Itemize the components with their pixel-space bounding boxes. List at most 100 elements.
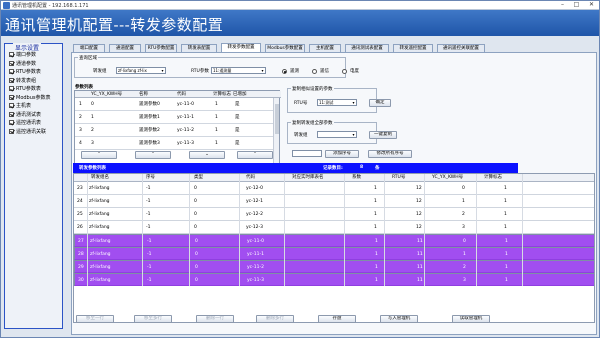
grid-divider (522, 174, 523, 286)
tab[interactable]: 通讯遥控关联配置 (437, 44, 485, 52)
modify-all-seq-button[interactable]: 修改所有序号 (368, 150, 412, 158)
radio-yx-label: 遥信 (320, 69, 329, 74)
radio-yc[interactable] (282, 69, 287, 74)
scroll-thumb[interactable] (275, 104, 279, 134)
checkbox[interactable] (9, 103, 14, 108)
rtu-param-select[interactable]: 11:遥测量 ▾ (211, 67, 266, 74)
bottom-action-button[interactable]: 存盘 (318, 315, 356, 323)
forward-cell-rtu: 12 (416, 225, 422, 230)
forward-cell-code: yc-11-0 (247, 239, 264, 244)
copy-rtu-value: 11:测试 (319, 100, 334, 105)
window-title: 通讯管理机配置 - 192.168.1.171 (12, 3, 89, 9)
radio-yx[interactable] (312, 69, 317, 74)
forward-param-table: 转发组名 序号 类型 代码 对应实时库表名 系数 RTU号 YC_YX_KWH号… (73, 173, 595, 323)
title-bar: 通讯管理机配置 - 192.168.1.171 – □ ✕ (1, 1, 599, 10)
move-down-button[interactable]: ⌄ (189, 151, 225, 159)
checkbox[interactable] (9, 94, 14, 100)
grid-divider (239, 174, 240, 286)
param-cell-no: 3 (79, 128, 82, 133)
param-row[interactable]: 4 3 遥测参数3 yc-11-3 1 是 (75, 137, 274, 150)
display-option[interactable]: 通讯测试表 (9, 111, 41, 118)
param-cell-name: 遥测参数1 (139, 115, 160, 120)
display-option[interactable]: 遥控通讯关联 (9, 128, 46, 135)
radio-kwh[interactable] (342, 69, 347, 74)
display-option[interactable]: Modbus参数表 (9, 94, 51, 101)
bottom-action-button[interactable]: 删除多行 (256, 315, 294, 323)
tab[interactable]: 端口配置 (73, 44, 105, 52)
forward-cell-flag: 1 (505, 278, 508, 283)
one-click-copy-button[interactable]: 一键复制 (369, 131, 397, 139)
tab[interactable]: 通道配置 (109, 44, 141, 52)
bottom-action-button[interactable]: 读取管理机 (452, 315, 490, 323)
forward-row[interactable]: 27 zf-lixfang -1 0 yc-11-0 1 11 0 1 (74, 234, 594, 247)
bottom-action-button[interactable]: 写入管理机 (380, 315, 418, 323)
display-option[interactable]: 遥控通讯表 (9, 119, 41, 126)
display-option[interactable]: 通道参数 (9, 60, 36, 67)
checkbox[interactable] (9, 128, 14, 134)
param-cell-code: yc-11-3 (177, 141, 194, 146)
forward-cell-n: 24 (77, 199, 83, 204)
display-option[interactable]: RTU参数表 (9, 68, 41, 75)
move-bottom-button[interactable]: ⌃ (237, 151, 273, 159)
minimize-icon[interactable]: – (556, 1, 569, 9)
param-col-name: 名称 (139, 92, 148, 97)
param-cell-no: 1 (79, 102, 82, 107)
forward-cell-flag: 1 (504, 199, 507, 204)
param-row[interactable]: 1 0 遥测参数0 yc-11-0 1 是 (75, 98, 274, 111)
forward-cell-seq: -1 (147, 265, 152, 270)
forward-group-select[interactable]: zf-lixfang zf-lix ▾ (116, 67, 166, 74)
checkbox[interactable] (9, 120, 14, 125)
display-option[interactable]: 转发表组 (9, 77, 36, 84)
param-cell-name: 遥测参数2 (139, 128, 160, 133)
main-window: 通讯管理机配置 - 192.168.1.171 – □ ✕ 通讯管理机配置---… (0, 0, 600, 338)
close-icon[interactable]: ✕ (585, 1, 598, 9)
grid-divider (142, 174, 143, 286)
checkbox[interactable] (9, 77, 14, 83)
confirm-button[interactable]: 确定 (369, 99, 391, 107)
copy-rtu-select[interactable]: 11:测试 ▾ (317, 99, 357, 106)
checkbox[interactable] (9, 60, 14, 66)
checkbox[interactable] (9, 52, 14, 57)
display-settings-panel: 显示设置 端口参数 通道参数 RTU参数表 转发表组 RTU参数表 Modbus参数表 主机… (4, 43, 63, 329)
double-up-icon: ⌃ (97, 152, 101, 157)
move-up-button[interactable]: ⌃ (135, 151, 171, 159)
forward-cell-group: zf-lixfang (89, 186, 110, 191)
display-option[interactable]: RTU参数表 (9, 85, 41, 92)
param-row[interactable]: 2 1 遥测参数1 yc-11-1 1 是 (75, 111, 274, 124)
tab[interactable]: 主机配置 (309, 44, 341, 52)
tab[interactable]: Modbus参数配置 (265, 44, 305, 52)
checkbox[interactable] (9, 111, 14, 117)
display-option[interactable]: 主机表 (9, 102, 31, 109)
param-cell-name: 遥测参数0 (139, 102, 160, 107)
forward-row[interactable]: 23 zf-lixfang -1 0 yc-12-0 1 12 0 1 (74, 182, 594, 195)
forward-cell-seq: -1 (146, 186, 151, 191)
tab[interactable]: 转发遥控配置 (393, 44, 433, 52)
forward-row[interactable]: 24 zf-lixfang -1 0 yc-12-1 1 12 1 1 (74, 195, 594, 208)
checkbox[interactable] (9, 86, 14, 91)
tab[interactable]: 转发参数配置 (221, 43, 261, 52)
param-row[interactable]: 3 2 遥测参数2 yc-11-2 1 是 (75, 124, 274, 137)
forward-cell-rtu: 12 (416, 212, 422, 217)
forward-row[interactable]: 28 zf-lixfang -1 0 yc-11-1 1 11 1 1 (74, 247, 594, 260)
add-seq-button[interactable]: 添加序号 (325, 150, 359, 158)
checkbox[interactable] (9, 69, 14, 74)
bottom-action-button[interactable]: 移至一行 (76, 315, 114, 323)
seq-input[interactable] (292, 150, 322, 157)
copy-similar-title: 复制相似设置的参数 (291, 86, 334, 92)
bottom-action-button[interactable]: 删除一行 (196, 315, 234, 323)
forward-cell-group: zf-lixfang (90, 252, 111, 257)
bottom-action-button[interactable]: 移至多行 (134, 315, 172, 323)
forward-row[interactable]: 26 zf-lixfang -1 0 yc-12-3 1 12 3 1 (74, 221, 594, 234)
display-option[interactable]: 端口参数 (9, 51, 36, 58)
forward-row[interactable]: 30 zf-lixfang -1 0 yc-11-3 1 11 3 1 (74, 273, 594, 286)
forward-row[interactable]: 29 zf-lixfang -1 0 yc-11-2 1 11 2 1 (74, 260, 594, 273)
param-col-id: YC_YX_KWH号 (91, 92, 123, 97)
maximize-icon[interactable]: □ (570, 1, 583, 9)
move-top-button[interactable]: ⌃ (81, 151, 117, 159)
tab[interactable]: 转发表配置 (181, 44, 217, 52)
tab[interactable]: 通讯测试表配置 (345, 44, 389, 52)
copy-forward-select[interactable]: ▾ (317, 131, 357, 138)
forward-row[interactable]: 25 zf-lixfang -1 0 yc-12-2 1 12 2 1 (74, 208, 594, 221)
tab[interactable]: RTU参数配置 (145, 44, 177, 52)
param-cell-code: yc-11-1 (177, 115, 194, 120)
